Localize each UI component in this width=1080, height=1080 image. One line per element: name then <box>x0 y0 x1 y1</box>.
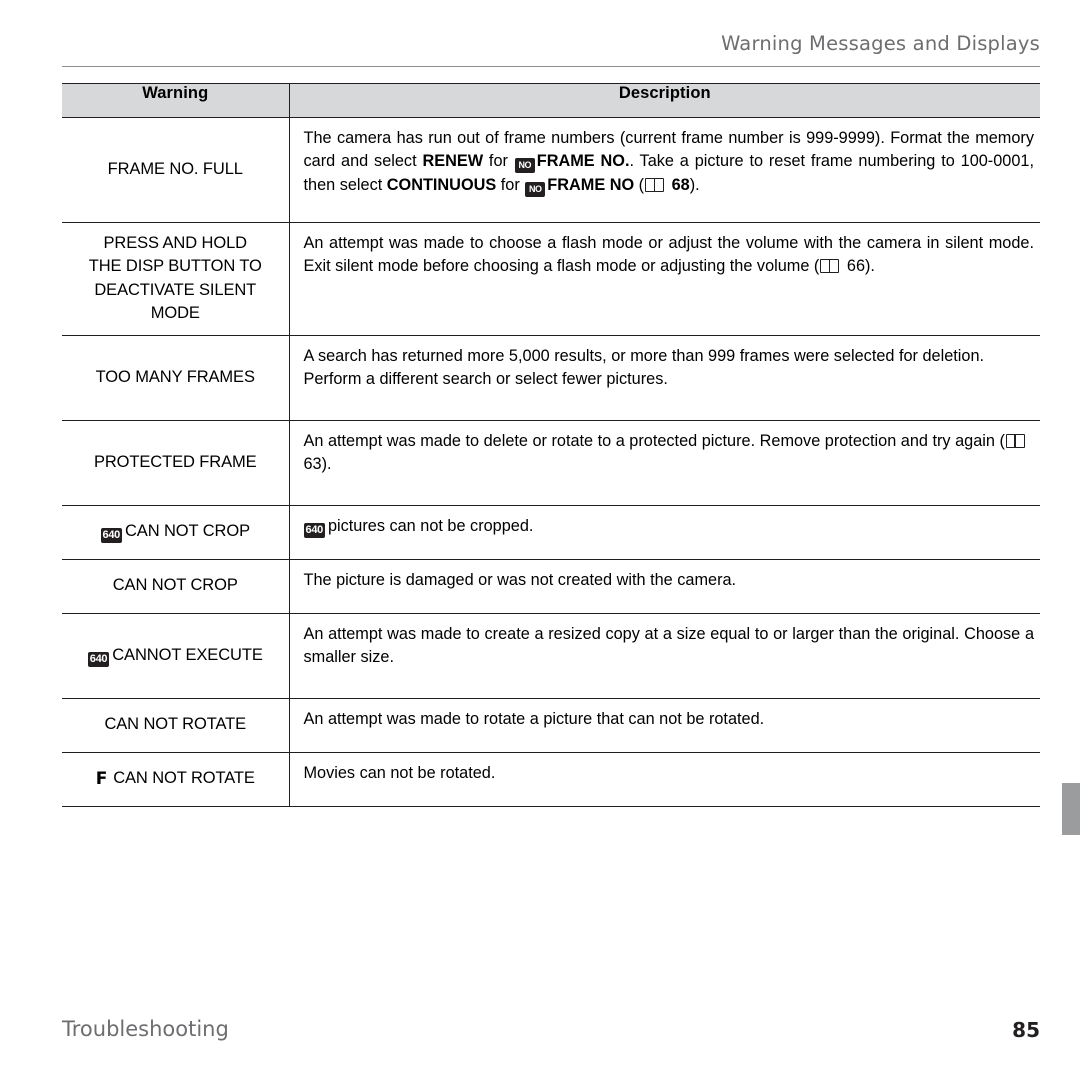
desc-text-part: pictures can not be cropped. <box>327 516 534 535</box>
table-row: PROTECTED FRAME An attempt was made to d… <box>62 420 1040 506</box>
desc-bold-frame-no: FRAME NO. <box>536 152 630 171</box>
description-can-not-crop: The picture is damaged or was not create… <box>289 559 1040 614</box>
warning-messages-table: Warning Description FRAME NO. FULL The c… <box>62 83 1040 807</box>
desc-bold-continuous: CONTINUOUS <box>386 175 497 194</box>
description-frame-no-full: The camera has run out of frame numbers … <box>289 117 1040 223</box>
warning-text: CANNOT EXECUTE <box>112 645 263 664</box>
footer-page-number: 85 <box>1012 1018 1040 1042</box>
table-row: TOO MANY FRAMES A search has returned mo… <box>62 335 1040 421</box>
size-640-icon: 640 <box>303 522 325 538</box>
warning-text: CAN NOT ROTATE <box>104 715 247 734</box>
description-too-many-frames: A search has returned more 5,000 results… <box>289 335 1040 421</box>
description-protected-frame: An attempt was made to delete or rotate … <box>289 420 1040 506</box>
table-row: PRESS AND HOLD THE DISP BUTTON TO DEACTI… <box>62 222 1040 336</box>
warning-text: CAN NOT CROP <box>112 576 238 595</box>
warning-label-silent-mode: PRESS AND HOLD THE DISP BUTTON TO DEACTI… <box>62 222 290 336</box>
frame-no-icon: NO <box>514 158 535 174</box>
manual-page: Warning Messages and Displays Warning De… <box>0 0 1080 1080</box>
table-header-row: Warning Description <box>62 83 1040 118</box>
size-640-icon: 640 <box>87 651 110 667</box>
desc-text-part: An attempt was made to delete or rotate … <box>303 431 1005 450</box>
description-silent-mode: An attempt was made to choose a flash mo… <box>289 222 1040 336</box>
warning-text-line-3: DEACTIVATE SILENT MODE <box>94 280 257 323</box>
description-can-not-rotate: An attempt was made to rotate a picture … <box>289 698 1040 753</box>
warning-label-too-many-frames: TOO MANY FRAMES <box>62 335 290 421</box>
description-640-cannot-execute: An attempt was made to create a resized … <box>289 613 1040 699</box>
desc-text-part: for <box>483 152 514 171</box>
desc-bold-frame-no-2: FRAME NO <box>547 175 635 194</box>
book-icon <box>1005 433 1025 448</box>
warning-text: FRAME NO. FULL <box>107 160 243 179</box>
table-row: 640 CAN NOT CROP 640 pictures can not be c… <box>62 505 1040 560</box>
page-reference: 63 <box>303 455 322 474</box>
table-row: CAN NOT CROP The picture is damaged or w… <box>62 559 1040 614</box>
desc-text-part: An attempt was made to choose a flash mo… <box>303 234 1035 276</box>
desc-text-part: for <box>496 175 525 194</box>
book-icon <box>820 259 840 274</box>
table-row: CAN NOT ROTATE An attempt was made to ro… <box>62 698 1040 753</box>
footer-chapter-label: Troubleshooting <box>62 1017 229 1041</box>
header-divider <box>62 66 1040 67</box>
warning-text: CAN NOT CROP <box>124 522 250 541</box>
page-header-title: Warning Messages and Displays <box>721 32 1040 55</box>
warning-label-protected-frame: PROTECTED FRAME <box>62 420 290 506</box>
table-row: F CAN NOT ROTATE Movies can not be rotate… <box>62 752 1040 807</box>
warning-text-line-2: THE DISP BUTTON TO <box>88 257 262 276</box>
description-640-can-not-crop: 640 pictures can not be cropped. <box>289 505 1040 560</box>
column-header-description: Description <box>289 83 1040 118</box>
section-tab-marker <box>1062 783 1080 835</box>
table-row: 640 CANNOT EXECUTE An attempt was made to… <box>62 613 1040 699</box>
warning-label-640-cannot-execute: 640 CANNOT EXECUTE <box>62 613 290 699</box>
movie-film-icon: F <box>95 769 108 790</box>
warning-text: TOO MANY FRAMES <box>95 367 255 386</box>
column-header-warning: Warning <box>62 83 290 118</box>
warning-text: PROTECTED FRAME <box>93 452 257 471</box>
desc-bold-renew: RENEW <box>422 152 484 171</box>
page-reference: 66 <box>846 257 866 276</box>
frame-no-icon: NO <box>525 181 546 197</box>
warning-label-can-not-rotate: CAN NOT ROTATE <box>62 698 290 753</box>
desc-text-part: ). <box>865 257 875 276</box>
page-reference: 68 <box>671 175 690 194</box>
warning-label-can-not-crop: CAN NOT CROP <box>62 559 290 614</box>
warning-text-line-1: PRESS AND HOLD <box>103 234 248 252</box>
table-row: FRAME NO. FULL The camera has run out of… <box>62 117 1040 223</box>
desc-text-part: ). <box>321 455 332 474</box>
warning-label-frame-no-full: FRAME NO. FULL <box>62 117 290 223</box>
book-icon <box>645 177 665 192</box>
size-640-icon: 640 <box>100 528 122 544</box>
warning-label-640-can-not-crop: 640 CAN NOT CROP <box>62 505 290 560</box>
warning-label-movie-can-not-rotate: F CAN NOT ROTATE <box>62 752 290 807</box>
warning-text: CAN NOT ROTATE <box>113 769 255 788</box>
description-movie-can-not-rotate: Movies can not be rotated. <box>289 752 1040 807</box>
